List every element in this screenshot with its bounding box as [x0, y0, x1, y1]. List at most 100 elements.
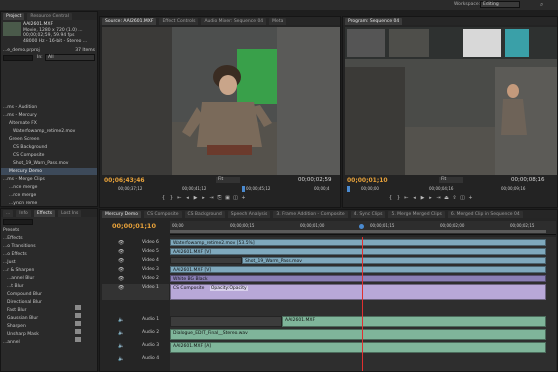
track-header-video[interactable]: Video 3 [102, 266, 169, 273]
mark-in-icon[interactable]: { [387, 195, 394, 201]
tab-sequence[interactable]: 6. Merged Clip in Sequence 04 [447, 210, 523, 218]
source-current-timecode[interactable]: 00;06;43;46 [104, 177, 145, 184]
extract-icon[interactable]: ⇪ [451, 195, 458, 201]
mark-in-icon[interactable]: { [160, 195, 167, 201]
list-item[interactable]: CS Background [1, 144, 97, 151]
speaker-icon[interactable]: 🔈 [118, 330, 124, 336]
list-item[interactable]: ...o Effects [1, 251, 97, 258]
step-forward-icon[interactable]: ▸ [200, 195, 207, 201]
tab-effects[interactable]: Effects [33, 209, 56, 217]
tab-sequence[interactable]: CS Background [184, 210, 225, 218]
list-item[interactable]: ...o Transitions [1, 243, 97, 250]
tab-other[interactable]: ... [3, 209, 14, 217]
go-to-in-icon[interactable]: ⇤ [403, 195, 410, 201]
list-item[interactable]: Compound Blur [1, 291, 97, 298]
tab-sequence[interactable]: 5. Merge Merged Clips [388, 210, 445, 218]
timeline-clip-composite[interactable]: CS Composite Opacity:Opacity [170, 284, 546, 300]
list-item[interactable]: ...rce merge [1, 192, 97, 199]
mark-out-icon[interactable]: } [395, 195, 402, 201]
list-item[interactable]: Shot_19_Warn_Pass.mov [1, 160, 97, 167]
timeline-clip-dark[interactable] [170, 316, 282, 327]
list-item[interactable]: Presets [1, 227, 97, 234]
list-item[interactable]: Alternate FX [1, 120, 97, 127]
track-header-video[interactable]: Video 5 [102, 248, 169, 255]
source-fit-select[interactable]: Fit [216, 177, 240, 183]
tab-effect-controls[interactable]: Effect Controls [159, 17, 199, 25]
tab-project[interactable]: Project [3, 12, 25, 20]
list-item[interactable]: CS Composite [1, 152, 97, 159]
mark-out-icon[interactable]: } [168, 195, 175, 201]
export-frame-icon[interactable]: ◫ [232, 195, 239, 201]
step-forward-icon[interactable]: ▸ [427, 195, 434, 201]
list-item[interactable]: Unsharp Mask [1, 331, 97, 338]
tab-source[interactable]: Source: AAI2601.MXF [102, 17, 157, 25]
list-item[interactable]: Directional Blur [1, 299, 97, 306]
program-fit-select[interactable]: Fit [439, 177, 463, 183]
timeline-clip[interactable]: Dialogue_EDIT_Final__Stereo.wav [170, 329, 546, 340]
play-icon[interactable]: ▶ [192, 195, 199, 201]
list-item[interactable]: Green Screen [1, 136, 97, 143]
step-back-icon[interactable]: ◂ [411, 195, 418, 201]
tab-sequence[interactable]: Speech Analysis [227, 210, 271, 218]
search-icon[interactable]: ⌕ [540, 1, 543, 9]
workspace-select[interactable]: Editing [480, 1, 520, 8]
playhead-handle[interactable] [359, 224, 364, 229]
list-item[interactable]: ...r & Sharpen [1, 267, 97, 274]
overwrite-icon[interactable]: ▣ [224, 195, 231, 201]
list-item[interactable]: ...Effects [1, 235, 97, 242]
speaker-icon[interactable]: 🔈 [118, 317, 124, 323]
list-item[interactable]: ...ms - Mercury [1, 112, 97, 119]
eye-icon[interactable]: 👁 [118, 276, 124, 282]
add-icon[interactable]: + [467, 195, 474, 201]
list-item[interactable]: ...t Blur [1, 283, 97, 290]
in-filter-select[interactable]: All [45, 54, 95, 61]
track-header-audio[interactable]: Audio 3 [102, 342, 169, 349]
list-item[interactable]: ...ms - Merge Clips [1, 176, 97, 183]
timeline-clip[interactable]: Shot_19_Warm_Pass.mov [242, 257, 546, 264]
track-header-audio[interactable]: Audio 2 [102, 329, 169, 336]
timeline-clip[interactable]: AAI2601.MXF [A] [170, 342, 546, 353]
program-current-timecode[interactable]: 00;00;01;10 [347, 177, 388, 184]
timeline-clip[interactable]: Waterfowamp_retime2.mov [53.5%] [170, 239, 546, 246]
project-search-input[interactable] [3, 55, 33, 61]
track-header-video[interactable]: Video 1 [102, 284, 169, 300]
tab-program[interactable]: Program: Sequence 04 [345, 17, 403, 25]
effects-search-input[interactable] [3, 219, 33, 225]
track-header-audio[interactable]: Audio 4 [102, 355, 169, 362]
tab-sequence[interactable]: Mercury Demo [102, 210, 142, 218]
tab-sequence[interactable]: 3. Frame Addition - Composite [273, 210, 348, 218]
list-item[interactable]: Sharpen [1, 323, 97, 330]
list-item[interactable]: ...Just [1, 259, 97, 266]
timeline-clip-dark[interactable] [170, 257, 242, 264]
timeline-clip[interactable]: AAI2601.MXF [V] [170, 248, 546, 255]
speaker-icon[interactable]: 🔈 [118, 343, 124, 349]
eye-icon[interactable]: 👁 [118, 240, 124, 246]
export-frame-icon[interactable]: ◫ [459, 195, 466, 201]
tab-lost-ins[interactable]: Lost Ins [58, 209, 82, 217]
timeline-clip[interactable]: AAI2601.MXF [V] [170, 266, 546, 273]
source-playhead[interactable] [242, 186, 245, 192]
eye-icon[interactable]: 👁 [118, 249, 124, 255]
list-item[interactable]: ...annel Blur [1, 275, 97, 282]
tab-audio-mixer[interactable]: Audio Mixer: Sequence 04 [201, 17, 267, 25]
track-header-audio[interactable]: Audio 1 [102, 316, 169, 323]
speaker-icon[interactable]: 🔈 [118, 356, 124, 362]
eye-icon[interactable]: 👁 [118, 285, 124, 291]
go-to-out-icon[interactable]: ⇥ [208, 195, 215, 201]
go-to-out-icon[interactable]: ⇥ [435, 195, 442, 201]
work-area-bar[interactable] [170, 230, 546, 233]
timeline-clip[interactable]: AAI2601.MXF [282, 316, 546, 327]
list-item[interactable]: Gaussian Blur [1, 315, 97, 322]
list-item[interactable]: Waterfowamp_retime2.mov [1, 128, 97, 135]
tab-sequence[interactable]: CS Composite [144, 210, 182, 218]
tab-resource-central[interactable]: Resource Central [27, 12, 72, 20]
eye-icon[interactable]: 👁 [118, 258, 124, 264]
program-playhead[interactable] [347, 186, 350, 192]
tab-sequence[interactable]: 4. Sync Clips [350, 210, 386, 218]
list-item[interactable]: ...nce merge [1, 184, 97, 191]
list-item[interactable]: ...yncn reme [1, 200, 97, 206]
step-back-icon[interactable]: ◂ [184, 195, 191, 201]
tab-metadata[interactable]: Meta [269, 17, 287, 25]
timeline-clip[interactable]: White BG Black [170, 275, 546, 282]
track-header-video[interactable]: Video 6 [102, 239, 169, 246]
